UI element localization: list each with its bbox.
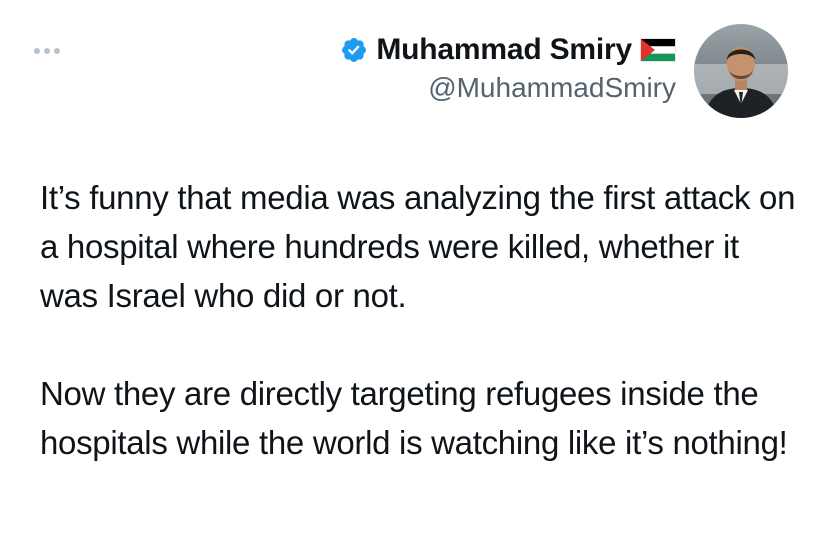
tweet-paragraph: Now they are directly targeting refugees… [40,375,788,461]
more-options-icon-dot [44,48,50,54]
more-options-button[interactable] [34,44,74,58]
author-display-name[interactable]: Muhammad Smiry [376,33,632,67]
tweet-paragraph: It’s funny that media was analyzing the … [40,179,796,314]
author-info: Muhammad Smiry @MuhammadSmiry [340,30,676,104]
author-handle[interactable]: @MuhammadSmiry [340,72,676,104]
palestine-flag-icon [640,38,676,62]
avatar[interactable] [694,24,788,118]
author-name-row: Muhammad Smiry [340,30,676,70]
avatar-photo [694,24,788,118]
verified-badge-icon [342,38,367,62]
more-options-icon-dot [54,48,60,54]
tweet-text: It’s funny that media was analyzing the … [40,173,800,467]
more-options-icon [34,48,40,54]
